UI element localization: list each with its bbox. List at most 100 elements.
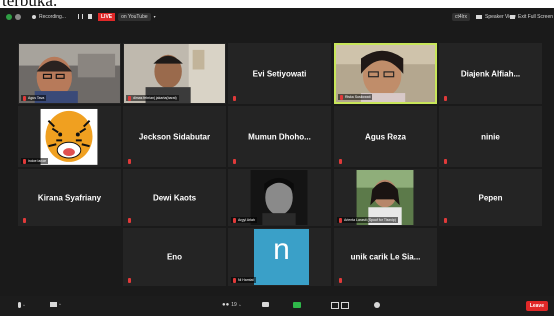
mic-muted-icon [128, 217, 131, 223]
participant-label [442, 95, 449, 101]
participant-tile[interactable]: indoe lanoe [18, 106, 121, 167]
participant-display-name: ninie [481, 132, 500, 141]
participant-label: Riska Susilowati [338, 94, 373, 100]
participant-display-name: Pepen [478, 193, 503, 202]
bottom-toolbar: ^ ^ ●● 19 ^ Leave [0, 296, 554, 316]
participant-tile[interactable]: Agus Tava [18, 43, 121, 104]
participant-label [21, 217, 28, 223]
exit-fullscreen-label: Exit Full Screen [518, 13, 554, 20]
recording-indicator: Recording... [32, 11, 66, 22]
participant-tile[interactable]: unik carik Le Sia... [334, 228, 437, 286]
participant-label [231, 95, 238, 101]
participants-count: 19 [231, 302, 237, 308]
participant-tile[interactable]: Diajenk Alfiah... [439, 43, 542, 104]
participant-label: dimas febrian| jakarta(barat) [126, 95, 179, 101]
participant-display-name: Evi Setiyowati [252, 69, 307, 78]
video-camera-icon [50, 302, 57, 307]
live-stream-status[interactable]: LIVE on YouTube ▾ [98, 11, 156, 22]
participants-icon: ●● [222, 302, 230, 308]
participant-name: Agus Tava [28, 96, 45, 100]
participant-tile[interactable]: Pepen [439, 169, 542, 226]
participant-display-name: Mumun Dhoho... [248, 132, 311, 141]
mic-muted-icon [339, 217, 342, 223]
info-icon [15, 13, 21, 20]
participant-label: Argyl Arlah [231, 217, 257, 223]
stop-recording-button[interactable] [88, 11, 92, 22]
chevron-up-icon: ^ [23, 302, 25, 308]
participant-name: dimas febrian| jakarta(barat) [133, 96, 177, 100]
pause-recording-button[interactable] [78, 11, 83, 22]
participant-tile[interactable]: Argyl Arlah [228, 169, 331, 226]
participant-display-name: unik carik Le Sia... [350, 252, 421, 262]
participant-label: Agus Tava [21, 95, 47, 101]
participant-tile-active-speaker[interactable]: Riska Susilowati [334, 43, 437, 104]
participant-tile[interactable]: Agus Reza [334, 106, 437, 167]
participant-tile[interactable]: Dewi Kaots [123, 169, 226, 226]
participant-name: indoe lanoe [28, 159, 47, 163]
chevron-up-icon: ^ [59, 302, 61, 307]
share-screen-button[interactable] [293, 302, 301, 308]
participant-tile[interactable]: Eno [123, 228, 226, 286]
participant-tile[interactable]: Kirana Syafriany [18, 169, 121, 226]
tile-indicator: ct4lrx [452, 11, 470, 22]
tile-label: ct4lrx [452, 12, 470, 21]
participants-button[interactable]: ●● 19 ^ [222, 302, 241, 308]
participant-label [126, 217, 133, 223]
mic-muted-icon [339, 277, 342, 283]
mic-muted-icon [23, 217, 26, 223]
mic-muted-icon [23, 95, 26, 101]
avatar-letter: n [273, 233, 290, 266]
reactions-icon [374, 302, 380, 308]
pause-icon [341, 302, 349, 309]
chat-icon [262, 302, 269, 307]
record-dot-icon [32, 14, 36, 19]
participant-tile[interactable]: dimas febrian| jakarta(barat) [123, 43, 226, 104]
participant-tile[interactable]: Mumun Dhoho... [228, 106, 331, 167]
meeting-info[interactable] [6, 11, 21, 22]
zoom-meeting-window: terbuka. Recording... LIVE on YouTube ▾ … [0, 0, 554, 316]
participant-tile[interactable]: n Ni Hamtat [228, 228, 331, 286]
speaker-view-icon [476, 14, 482, 19]
pause-icon [78, 14, 79, 19]
exit-fullscreen-button[interactable]: Exit Full Screen [510, 11, 553, 22]
participant-display-name: Jeckson Sidabutar [138, 132, 211, 141]
participant-label [337, 158, 344, 164]
mic-muted-icon [233, 95, 236, 101]
participant-tile[interactable]: Arienta Larasti (Spoof for Tlsxvip) [334, 169, 437, 226]
exit-fullscreen-icon [510, 14, 515, 19]
participant-label [337, 277, 344, 283]
record-button[interactable] [331, 302, 349, 309]
chat-button[interactable] [262, 302, 269, 307]
mic-muted-icon [128, 95, 131, 101]
participant-tile[interactable]: ninie [439, 106, 542, 167]
reactions-button[interactable] [374, 302, 380, 308]
participant-tile[interactable]: Jeckson Sidabutar [123, 106, 226, 167]
participant-display-name: Eno [166, 252, 183, 262]
mute-button[interactable]: ^ [18, 302, 25, 308]
shield-icon [6, 13, 12, 20]
mic-muted-icon [23, 158, 26, 164]
participant-tile[interactable]: Evi Setiyowati [228, 43, 331, 104]
mic-muted-icon [444, 217, 447, 223]
participant-name: Riska Susilowati [345, 95, 371, 99]
recording-label: Recording... [39, 13, 66, 20]
leave-button[interactable]: Leave [525, 301, 548, 311]
participant-name: Argyl Arlah [238, 218, 255, 222]
mic-muted-icon [128, 277, 131, 283]
microphone-icon [18, 302, 21, 308]
live-destination: on YouTube [118, 12, 151, 21]
participant-label: indoe lanoe [21, 158, 49, 164]
participant-name: Ni Hamtat [238, 278, 254, 282]
participant-display-name: Agus Reza [365, 132, 406, 141]
mic-muted-icon [233, 158, 236, 164]
mic-muted-icon [444, 158, 447, 164]
participant-label [126, 277, 133, 283]
participant-display-name: Diajenk Alfiah... [460, 69, 521, 78]
mic-muted-icon [128, 158, 131, 164]
participant-label [442, 158, 449, 164]
participant-name: Arienta Larasti (Spoof for Tlsxvip) [344, 218, 396, 222]
chevron-down-icon: ▾ [153, 14, 156, 19]
top-toolbar: Recording... LIVE on YouTube ▾ ct4lrx Sp… [0, 8, 554, 25]
video-button[interactable]: ^ [50, 302, 61, 307]
live-badge: LIVE [98, 12, 116, 21]
